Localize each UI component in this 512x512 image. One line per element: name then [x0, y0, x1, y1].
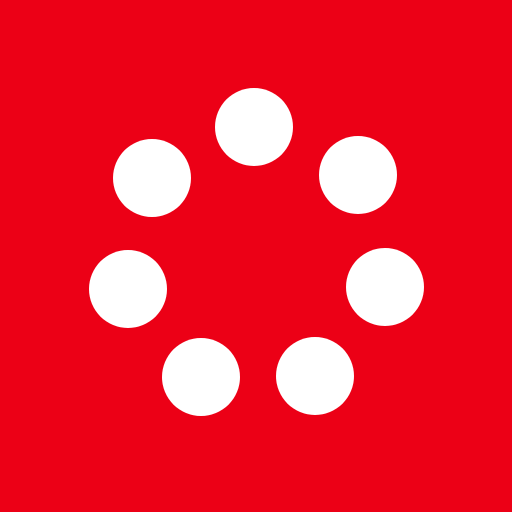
app-icon-background [0, 0, 512, 512]
spinner-dot [162, 338, 240, 416]
loading-spinner-icon [0, 0, 512, 512]
spinner-dot [346, 248, 424, 326]
spinner-dot [89, 250, 167, 328]
spinner-dot [113, 139, 191, 217]
spinner-dot [319, 136, 397, 214]
spinner-dot [276, 337, 354, 415]
spinner-dot [215, 88, 293, 166]
